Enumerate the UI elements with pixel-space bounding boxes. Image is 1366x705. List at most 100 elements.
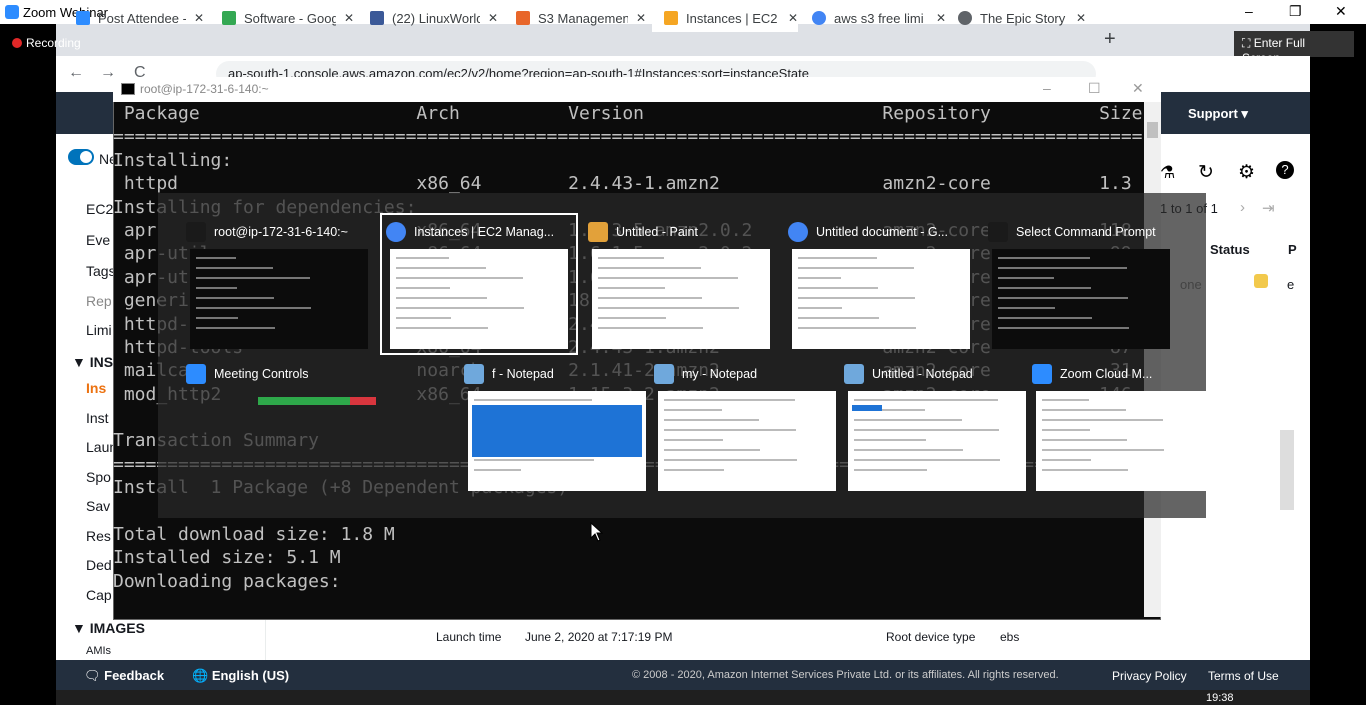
switcher-window-tile[interactable]: root@ip-172-31-6-140:~ <box>184 217 374 351</box>
paint-icon <box>588 222 608 242</box>
tab-label: aws s3 free limi <box>834 10 924 26</box>
sidebar-section-instances[interactable]: ▼ INS <box>72 354 113 370</box>
browser-tab[interactable]: aws s3 free limi ✕ <box>812 4 946 32</box>
tab-label: Post Attendee - <box>98 10 186 26</box>
enter-full-screen-button[interactable]: ⛶ Enter Full Screen <box>1234 31 1354 65</box>
tab-label: The Epic Story o <box>980 10 1068 26</box>
tab-close-icon[interactable]: ✕ <box>488 11 498 25</box>
terminal-close-button[interactable]: ✕ <box>1132 80 1144 97</box>
switcher-tile-header: Instances | EC2 Manag... <box>384 217 574 247</box>
notepad-icon <box>654 364 674 384</box>
sidebar-item-dedicated[interactable]: Ded <box>86 557 112 573</box>
feedback-link[interactable]: 🗨 Feedback <box>84 668 164 684</box>
sidebar-item-savings[interactable]: Sav <box>86 498 110 514</box>
sidebar-section-images[interactable]: ▼ IMAGES <box>72 620 145 636</box>
tab-close-icon[interactable]: ✕ <box>1076 11 1086 25</box>
switcher-tile-title: Select Command Prompt <box>1016 225 1156 239</box>
switcher-tile-preview <box>592 249 770 349</box>
close-button[interactable]: ✕ <box>1335 3 1347 20</box>
support-menu[interactable]: Support ▾ <box>1188 106 1248 122</box>
browser-tab[interactable]: S3 Managemen ✕ <box>516 4 646 32</box>
switcher-window-tile[interactable]: Zoom Cloud M... <box>1030 359 1220 493</box>
column-header-p[interactable]: P <box>1288 242 1297 257</box>
switcher-tile-preview <box>468 391 646 491</box>
browser-tab[interactable]: The Epic Story o ✕ <box>958 4 1086 32</box>
switcher-window-tile[interactable]: Select Command Prompt <box>986 217 1176 351</box>
terminal-maximize-button[interactable]: ☐ <box>1088 80 1101 97</box>
switcher-tile-title: my - Notepad <box>682 367 758 381</box>
maximize-button[interactable]: ❐ <box>1289 3 1302 20</box>
switcher-tile-preview <box>848 391 1026 491</box>
panel-scrollbar[interactable] <box>1280 430 1294 510</box>
terms-of-use-link[interactable]: Terms of Use <box>1208 669 1279 683</box>
switcher-window-tile[interactable]: Untitled - Paint <box>586 217 776 351</box>
stop-share-button <box>350 397 376 405</box>
sidebar-item-tags[interactable]: Tags <box>86 263 116 279</box>
help-icon[interactable]: ? <box>1276 161 1294 179</box>
switcher-tile-title: Untitled - Paint <box>616 225 698 239</box>
browser-tab-active[interactable]: Instances | EC2 ✕ <box>652 4 798 32</box>
switcher-window-tile[interactable]: Untitled document - G... <box>786 217 976 351</box>
sidebar-item-limits[interactable]: Limi <box>86 322 112 338</box>
status-column-header[interactable]: Status <box>1210 242 1250 257</box>
switcher-window-tile[interactable]: Untitled - Notepad <box>842 359 1032 493</box>
terminal-line: Installed size: 5.1 M <box>113 547 341 569</box>
sidebar-item-reports[interactable]: Rep <box>86 293 112 309</box>
new-tab-button[interactable]: + <box>1104 28 1116 51</box>
sidebar-item-instance-types[interactable]: Inst <box>86 410 109 426</box>
switcher-window-tile[interactable]: Instances | EC2 Manag... <box>380 213 578 355</box>
switcher-tile-preview <box>390 249 568 349</box>
gear-icon[interactable]: ⚙ <box>1238 161 1255 184</box>
browser-tab[interactable]: Software - Goog ✕ <box>222 4 354 32</box>
sidebar-item-instances[interactable]: Ins <box>86 380 106 396</box>
tab-close-icon[interactable]: ✕ <box>788 11 798 25</box>
tab-close-icon[interactable]: ✕ <box>344 11 354 25</box>
terminal-title-bar: root@ip-172-31-6-140:~ – ☐ ✕ <box>113 77 1161 102</box>
record-dot-icon <box>12 38 22 48</box>
tab-label: Software - Goog <box>244 10 336 26</box>
switcher-tile-header: f - Notepad <box>462 359 652 389</box>
flask-icon[interactable]: ⚗ <box>1160 163 1175 183</box>
terminal-icon <box>121 83 135 95</box>
back-button[interactable]: ← <box>68 64 84 82</box>
last-page-icon[interactable]: ⇥ <box>1262 199 1275 217</box>
tab-favicon-icon <box>664 11 678 25</box>
switcher-window-tile[interactable]: my - Notepad <box>652 359 842 493</box>
sidebar-item-capacity[interactable]: Cap <box>86 587 112 603</box>
alarm-icon[interactable] <box>1254 274 1268 288</box>
switcher-tile-title: Zoom Cloud M... <box>1060 367 1153 381</box>
switcher-window-tile[interactable]: Meeting Controls <box>184 359 376 493</box>
minimize-button[interactable]: – <box>1245 3 1253 19</box>
root-device-type-value: ebs <box>1000 630 1020 644</box>
sidebar-item-spot[interactable]: Spo <box>86 469 111 485</box>
sidebar-item-ec2[interactable]: EC2 <box>86 201 113 217</box>
tab-favicon-icon <box>370 11 384 25</box>
refresh-icon[interactable]: ↻ <box>1198 161 1214 184</box>
launch-time-value: June 2, 2020 at 7:17:19 PM <box>525 630 673 644</box>
tab-label: S3 Managemen <box>538 10 628 26</box>
tab-close-icon[interactable]: ✕ <box>194 11 204 25</box>
tab-favicon-icon <box>222 11 236 25</box>
next-page-icon[interactable]: › <box>1240 199 1245 216</box>
taskbar-clock: 19:38 <box>1206 692 1234 704</box>
switcher-window-tile[interactable]: f - Notepad <box>462 359 652 493</box>
sidebar-item-reserved[interactable]: Res <box>86 528 111 544</box>
switcher-tile-header: Meeting Controls <box>184 359 374 389</box>
terminal-icon <box>186 222 206 242</box>
switcher-tile-preview <box>792 249 970 349</box>
new-experience-toggle[interactable] <box>68 149 94 165</box>
tab-close-icon[interactable]: ✕ <box>636 11 646 25</box>
tab-close-icon[interactable]: ✕ <box>936 11 946 25</box>
sidebar-item-events[interactable]: Eve <box>86 232 110 248</box>
browser-tab[interactable]: Post Attendee - ✕ <box>76 4 204 32</box>
language-selector[interactable]: 🌐 English (US) <box>192 668 289 684</box>
scrollbar-thumb[interactable] <box>1147 122 1158 138</box>
window-switcher: root@ip-172-31-6-140:~ Instances | EC2 Ma… <box>158 193 1214 518</box>
terminal-line: Installing: <box>113 149 233 171</box>
terminal-minimize-button[interactable]: – <box>1043 80 1051 96</box>
browser-tab[interactable]: (22) LinuxWorld ✕ <box>370 4 498 32</box>
notepad-icon <box>464 364 484 384</box>
privacy-policy-link[interactable]: Privacy Policy <box>1112 669 1187 683</box>
language-label: English (US) <box>211 668 290 683</box>
sidebar-item-amis[interactable]: AMIs <box>86 645 111 657</box>
